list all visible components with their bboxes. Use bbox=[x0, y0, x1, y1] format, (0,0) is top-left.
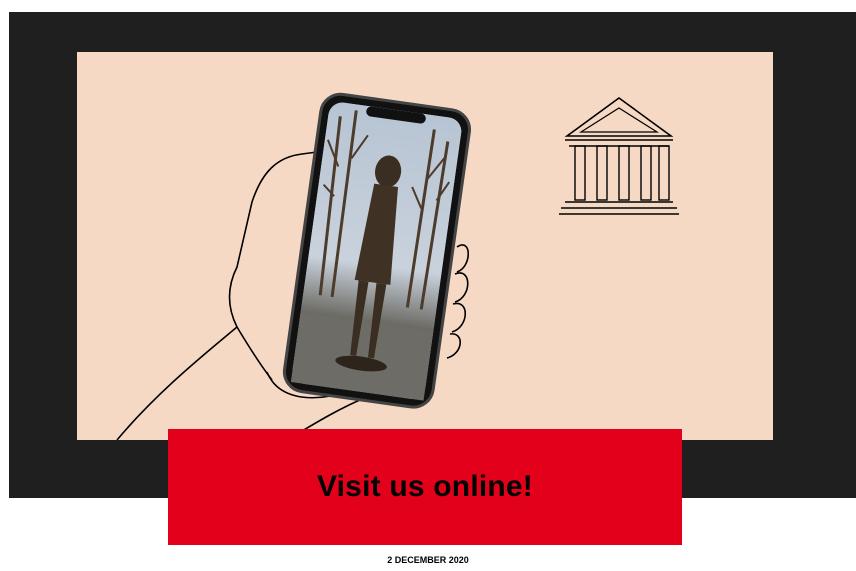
publish-date: 2 DECEMBER 2020 bbox=[387, 555, 469, 565]
hero-panel bbox=[77, 52, 773, 440]
visit-online-banner[interactable]: Visit us online! bbox=[168, 429, 682, 545]
banner-text: Visit us online! bbox=[316, 470, 533, 503]
museum-icon bbox=[559, 97, 679, 215]
phone bbox=[282, 92, 472, 409]
